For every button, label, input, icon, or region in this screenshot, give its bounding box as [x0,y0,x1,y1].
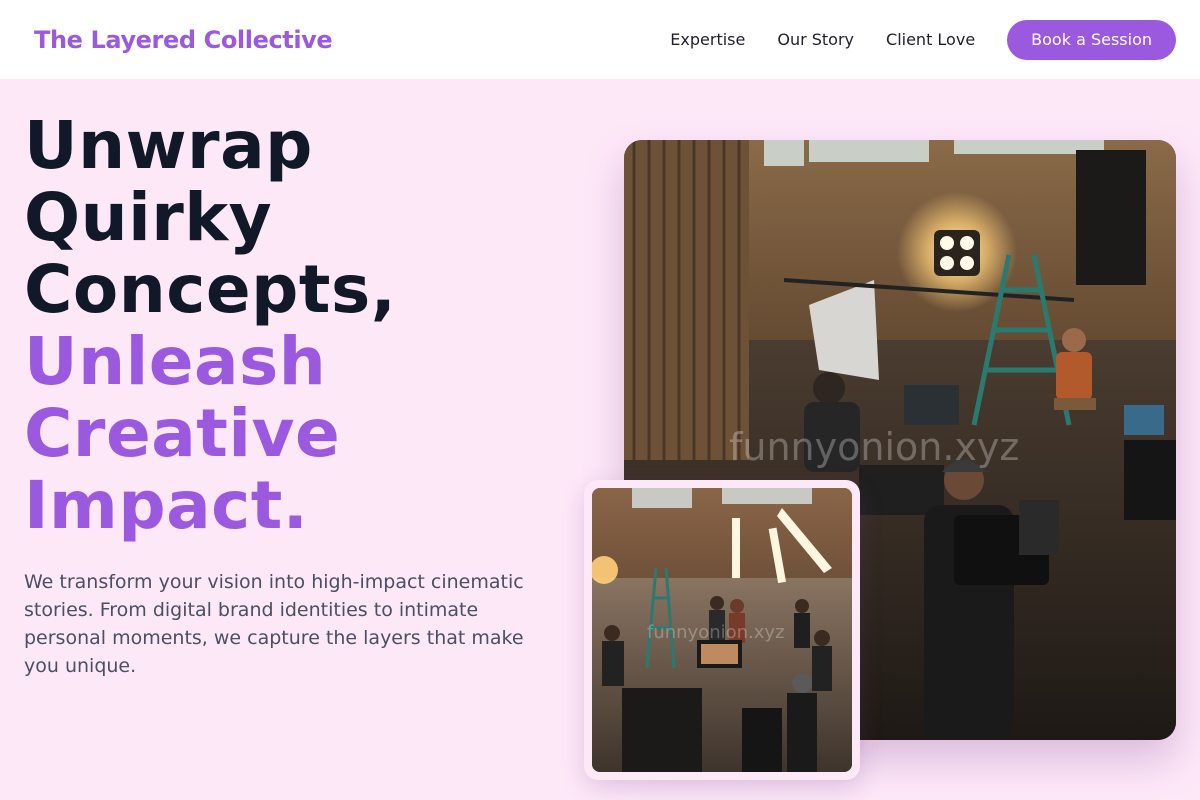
hero-title-accent-line: Unleash [24,323,327,400]
hero-description: We transform your vision into high-impac… [24,571,524,677]
nav-link-expertise[interactable]: Expertise [670,30,745,49]
watermark-text: funnyonion.xyz [647,622,785,643]
studio-photo: funnyonion.xyz [592,488,852,772]
hero-title-accent-line: Creative [24,395,341,472]
hero-title-line: Quirky [24,179,273,256]
nav-link-client-love[interactable]: Client Love [886,30,975,49]
book-session-button[interactable]: Book a Session [1007,19,1176,60]
hero-title-line: Concepts, [24,251,397,328]
hero-title-accent-line: Impact. [24,467,309,544]
site-header: The Layered Collective Expertise Our Sto… [0,0,1200,79]
hero-title-line: Unwrap [24,107,313,184]
watermark-text: funnyonion.xyz [729,425,1019,469]
hero-inset-image-frame: funnyonion.xyz [584,480,860,780]
page: The Layered Collective Expertise Our Sto… [0,0,1200,800]
brand-logo[interactable]: The Layered Collective [34,26,333,54]
hero-inset-image: funnyonion.xyz [592,488,852,772]
hero-title: Unwrap Quirky Concepts, Unleash Creative… [24,110,584,542]
nav-link-our-story[interactable]: Our Story [777,30,854,49]
main-nav: Expertise Our Story Client Love Book a S… [670,19,1176,60]
